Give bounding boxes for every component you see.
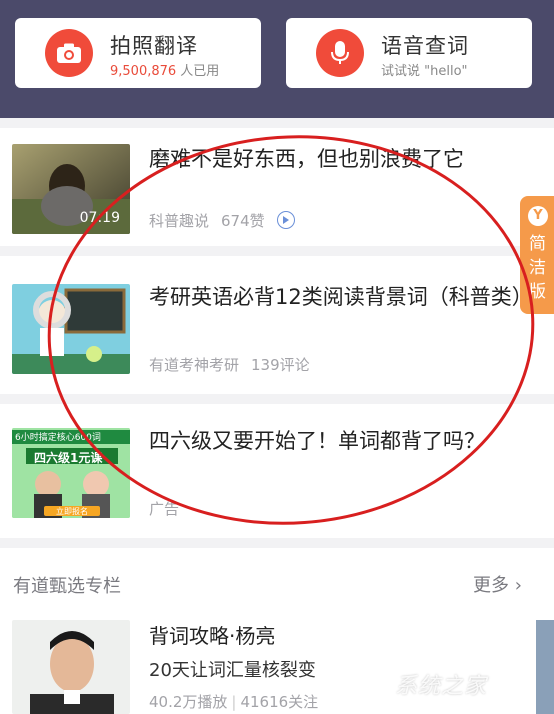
article-meta: 有道考神考研 139评论 bbox=[149, 354, 322, 375]
article-stats: 139评论 bbox=[251, 356, 310, 374]
concise-mode-label: 简洁版 bbox=[529, 234, 546, 302]
ad-label: 广告 bbox=[149, 498, 191, 519]
article-source: 科普趣说 bbox=[149, 212, 210, 230]
ad-banner-cta: 立即报名 bbox=[56, 507, 88, 516]
usage-count: 9,500,876 bbox=[110, 64, 177, 79]
photo-translate-title: 拍照翻译 bbox=[110, 34, 198, 58]
article-title: 考研英语必背12类阅读背景词（科普类） bbox=[149, 285, 533, 309]
photo-translate-button[interactable]: 拍照翻译 9,500,876 人已用 bbox=[15, 18, 261, 88]
article-thumbnail bbox=[12, 284, 130, 374]
video-thumbnail: 07:19 bbox=[12, 144, 130, 234]
voice-lookup-title: 语音查词 bbox=[381, 34, 469, 58]
section-title: 有道甄选专栏 bbox=[13, 576, 121, 597]
ad-banner-main: 四六级1元课 bbox=[34, 451, 103, 465]
next-course-thumbnail bbox=[536, 620, 554, 714]
article-meta: 科普趣说 674赞 bbox=[149, 210, 295, 231]
more-label: 更多 bbox=[473, 575, 509, 596]
ad-thumbnail: 6小时搞定核心600词 四六级1元课 立即报名 bbox=[12, 428, 130, 518]
ad-source: 广告 bbox=[149, 500, 180, 518]
play-icon[interactable] bbox=[276, 211, 295, 229]
camera-icon bbox=[45, 29, 93, 77]
watermark: 系统之家 bbox=[395, 674, 488, 699]
article-source: 有道考神考研 bbox=[149, 356, 240, 374]
article-title: 磨难不是好东西，但也别浪费了它 bbox=[149, 147, 464, 171]
course-follows: 41616关注 bbox=[240, 693, 319, 711]
course-plays: 40.2万播放 bbox=[149, 693, 228, 711]
article-title: 四六级又要开始了！单词都背了吗？ bbox=[149, 429, 485, 453]
divider: | bbox=[231, 693, 237, 711]
photo-translate-usage: 9,500,876 人已用 bbox=[110, 60, 219, 79]
feed-item-ad[interactable]: 6小时搞定核心600词 四六级1元课 立即报名 四六级又要开始了！单词都背了吗？… bbox=[0, 404, 554, 538]
youdao-logo-icon: Y bbox=[528, 206, 548, 226]
feed-item-2[interactable]: 考研英语必背12类阅读背景词（科普类） 有道考神考研 139评论 bbox=[0, 256, 554, 394]
usage-suffix: 人已用 bbox=[176, 64, 220, 79]
course-description: 20天让词汇量核裂变 bbox=[149, 660, 316, 681]
featured-column-header: 有道甄选专栏 更多 › bbox=[0, 548, 554, 608]
video-duration: 07:19 bbox=[79, 210, 120, 226]
voice-lookup-button[interactable]: 语音查词 试试说 "hello" bbox=[286, 18, 532, 88]
chevron-right-icon: › bbox=[514, 575, 522, 596]
voice-lookup-hint: 试试说 "hello" bbox=[381, 64, 468, 79]
course-meta: 40.2万播放 | 41616关注 bbox=[149, 691, 318, 712]
microphone-icon bbox=[316, 29, 364, 77]
concise-mode-tab[interactable]: Y 简洁版 bbox=[520, 196, 554, 314]
ad-banner-top: 6小时搞定核心600词 bbox=[15, 433, 101, 443]
feed-item-1[interactable]: 07:19 磨难不是好东西，但也别浪费了它 科普趣说 674赞 bbox=[0, 128, 554, 246]
course-name: 背词攻略·杨亮 bbox=[149, 624, 276, 648]
top-toolbar: 拍照翻译 9,500,876 人已用 语音查词 试试说 "hello" bbox=[0, 0, 554, 118]
more-link[interactable]: 更多 › bbox=[473, 571, 522, 597]
article-stats: 674赞 bbox=[221, 212, 265, 230]
course-thumbnail bbox=[12, 620, 130, 714]
